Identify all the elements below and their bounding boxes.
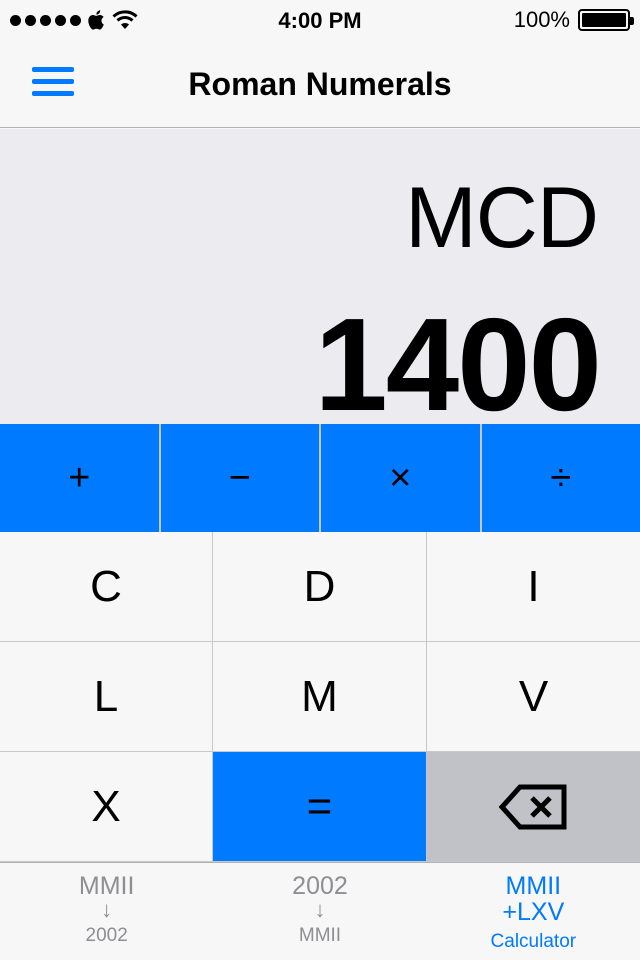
down-arrow-icon: ↓	[314, 897, 326, 922]
arabic-number-display: 1400	[314, 291, 602, 438]
subtract-button[interactable]: −	[160, 424, 321, 532]
tab-icon-text: MMII	[78, 872, 135, 900]
tab-roman-to-arabic[interactable]: MMII ↓ 2002	[0, 863, 213, 960]
page-title: Roman Numerals	[188, 66, 452, 102]
multiply-button[interactable]: ×	[321, 424, 482, 532]
battery-icon	[578, 9, 634, 31]
apple-icon	[88, 10, 104, 30]
down-arrow-icon: ↓	[101, 897, 113, 922]
tab-icon-text-2: +LXV	[502, 898, 565, 926]
tab-calculator[interactable]: MMII +LXV Calculator	[427, 863, 640, 960]
tab-label: MMII	[298, 925, 342, 946]
backspace-icon	[498, 784, 566, 829]
status-bar: 4:00 PM 100%	[0, 0, 640, 40]
calculator-display: MCD 1400	[0, 129, 640, 438]
battery-fill	[582, 13, 626, 27]
key-i[interactable]: I	[427, 532, 640, 642]
tab-icon-text: 2002	[292, 872, 348, 900]
status-right: 100%	[513, 7, 634, 33]
key-d[interactable]: D	[213, 532, 427, 642]
tab-label: 2002	[85, 925, 128, 946]
navigation-bar: Roman Numerals	[0, 40, 640, 128]
tab-bar: MMII ↓ 2002 2002 ↓ MMII MMII +LXV Calcul…	[0, 862, 640, 960]
key-x[interactable]: X	[0, 752, 213, 862]
equals-button[interactable]: =	[213, 752, 427, 862]
tab-icon-text: MMII	[505, 872, 562, 900]
battery-percent: 100%	[513, 7, 570, 32]
tab-label: Calculator	[490, 931, 577, 952]
key-l[interactable]: L	[0, 642, 213, 752]
status-left	[10, 9, 139, 31]
tab-arabic-to-roman[interactable]: 2002 ↓ MMII	[213, 863, 426, 960]
signal-strength-icon	[10, 14, 81, 26]
backspace-button[interactable]	[427, 752, 640, 862]
wifi-icon	[112, 10, 138, 29]
numeral-keypad: C D I L M V X =	[0, 532, 640, 862]
roman-numeral-display: MCD	[405, 170, 599, 266]
key-v[interactable]: V	[427, 642, 640, 752]
operator-row: + − × ÷	[0, 424, 640, 532]
divide-button[interactable]: ÷	[481, 424, 640, 532]
add-button[interactable]: +	[0, 424, 161, 532]
key-m[interactable]: M	[213, 642, 427, 752]
key-c[interactable]: C	[0, 532, 213, 642]
